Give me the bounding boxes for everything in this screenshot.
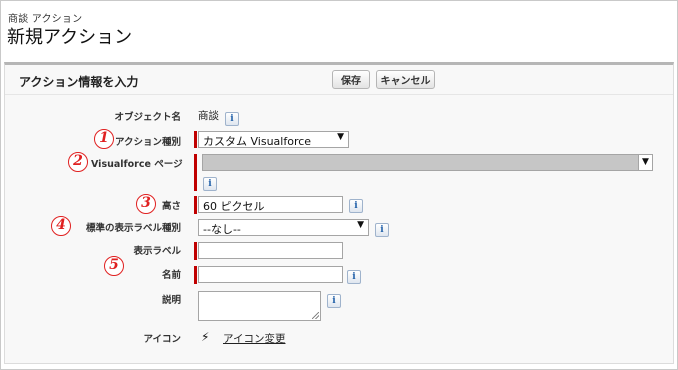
name-input[interactable]: [198, 266, 343, 283]
required-marker: [194, 242, 197, 260]
description-label: 説明: [161, 295, 181, 306]
display-label-input[interactable]: [198, 242, 343, 259]
info-icon[interactable]: i: [203, 177, 217, 191]
callout-number-2: 2: [68, 152, 88, 172]
required-marker: [194, 266, 197, 284]
resize-grip-icon[interactable]: [312, 312, 319, 319]
dropdown-arrow-icon: ▼: [357, 220, 364, 230]
action-type-value: カスタム Visualforce: [203, 135, 312, 148]
page-title: 新規アクション: [7, 27, 133, 48]
standard-label-type-label: 標準の表示ラベル種別: [85, 223, 181, 234]
panel-title: アクション情報を入力: [19, 75, 139, 89]
save-button[interactable]: 保存: [332, 70, 370, 89]
info-icon[interactable]: i: [225, 112, 239, 126]
page-header: 商談 アクション 新規アクション: [2, 2, 674, 58]
vf-page-label: Visualforce ページ: [91, 159, 183, 170]
required-marker: [194, 196, 197, 214]
callout-number-4: 4: [51, 216, 71, 236]
object-name-value: 商談: [198, 110, 219, 122]
required-marker: [194, 154, 197, 191]
lightning-bolt-icon: ⚡︎: [201, 330, 210, 344]
object-name-label: オブジェクト名: [114, 112, 181, 123]
description-textarea[interactable]: [198, 291, 321, 321]
action-type-select[interactable]: カスタム Visualforce ▼: [198, 131, 349, 148]
info-icon[interactable]: i: [349, 199, 363, 213]
icon-label: アイコン: [143, 334, 181, 345]
panel-header: アクション情報を入力 保存 キャンセル: [5, 65, 673, 95]
change-icon-link[interactable]: アイコン変更: [223, 331, 285, 346]
vf-page-select[interactable]: ▼: [202, 154, 653, 171]
standard-label-type-select[interactable]: --なし-- ▼: [198, 219, 369, 236]
info-icon[interactable]: i: [347, 270, 361, 284]
name-label: 名前: [161, 270, 181, 281]
action-form-panel: アクション情報を入力 保存 キャンセル オブジェクト名 商談 i 1 アクション…: [4, 62, 674, 364]
display-label-label: 表示ラベル: [133, 246, 181, 257]
standard-label-type-value: --なし--: [203, 223, 241, 236]
dropdown-arrow-icon: ▼: [638, 155, 652, 170]
cancel-button[interactable]: キャンセル: [376, 70, 435, 89]
height-label: 高さ: [161, 201, 181, 212]
info-icon[interactable]: i: [375, 223, 389, 237]
action-type-label: アクション種別: [114, 137, 181, 148]
info-icon[interactable]: i: [327, 294, 341, 308]
height-input[interactable]: 60 ピクセル: [198, 196, 343, 213]
required-marker: [194, 131, 197, 148]
dropdown-arrow-icon: ▼: [337, 132, 344, 142]
